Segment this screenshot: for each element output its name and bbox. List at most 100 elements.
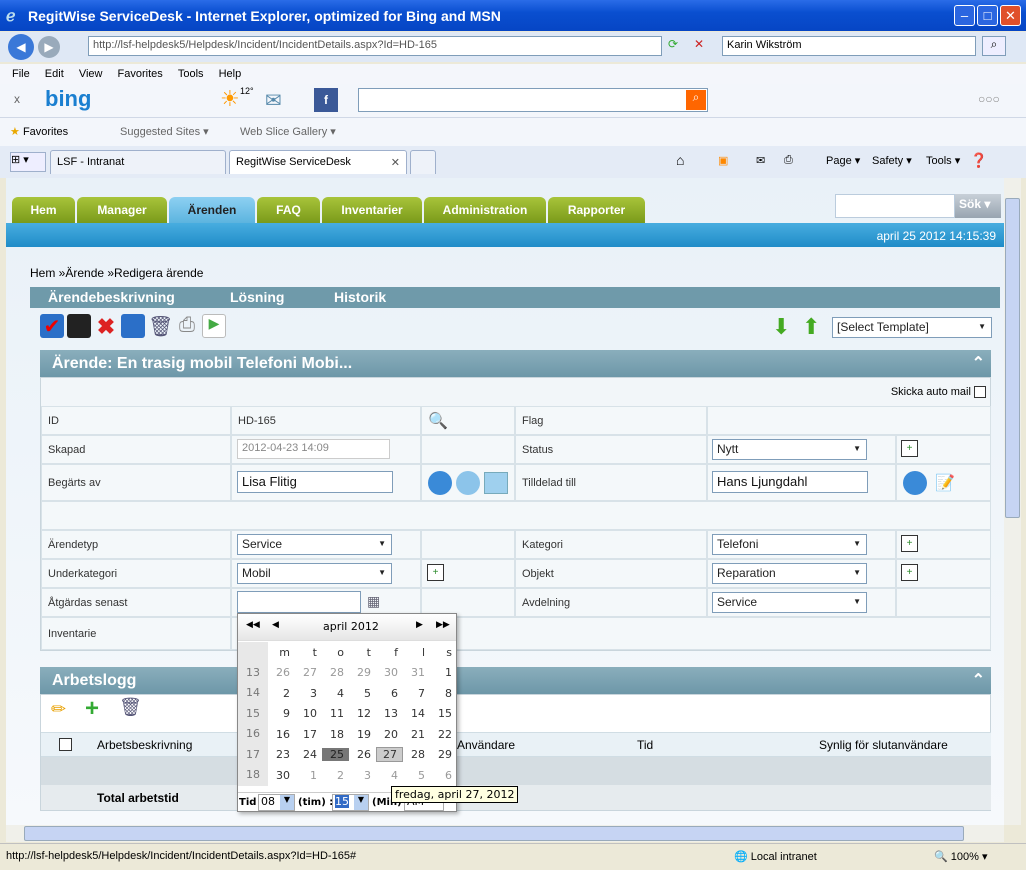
- next-year-icon[interactable]: ▶▶: [436, 620, 450, 630]
- add-status-icon[interactable]: +: [901, 440, 918, 457]
- calendar-day[interactable]: 10: [295, 707, 322, 720]
- maximize-button[interactable]: □: [977, 5, 998, 26]
- calendar-day[interactable]: 12: [349, 707, 376, 720]
- col-description[interactable]: Arbetsbeskrivning: [97, 738, 192, 752]
- print-icon[interactable]: ⎙: [175, 314, 199, 338]
- calendar-day[interactable]: 23: [268, 748, 295, 761]
- user-icon[interactable]: [903, 470, 927, 495]
- hour-select[interactable]: 08 ▼: [258, 794, 295, 811]
- subcategory-select[interactable]: Mobil: [237, 563, 392, 584]
- calendar-day[interactable]: 22: [430, 728, 457, 741]
- nav-tab-administration[interactable]: Administration: [424, 197, 546, 223]
- calendar-day[interactable]: 8: [430, 687, 457, 700]
- minimize-button[interactable]: –: [954, 5, 975, 26]
- calendar-day[interactable]: 9: [268, 707, 295, 720]
- site-search-input[interactable]: [835, 194, 955, 218]
- user-icon[interactable]: [428, 470, 452, 495]
- move-down-icon[interactable]: ⬇: [772, 314, 790, 340]
- collapse-icon[interactable]: ⌃: [972, 670, 985, 690]
- nav-tab-rapporter[interactable]: Rapporter: [548, 197, 645, 223]
- calendar-day[interactable]: 3: [349, 769, 376, 782]
- back-button[interactable]: ◀: [8, 34, 34, 60]
- browser-tab-intranat[interactable]: LSF - Intranat: [50, 150, 226, 174]
- move-up-icon[interactable]: ⬆: [802, 314, 820, 340]
- delete-icon[interactable]: ✖: [94, 314, 118, 339]
- col-time[interactable]: Tid: [637, 738, 653, 752]
- template-select[interactable]: [Select Template]: [832, 317, 992, 338]
- subnav-historik[interactable]: Historik: [334, 289, 386, 305]
- calendar-day[interactable]: 2: [322, 769, 349, 782]
- favorites-button[interactable]: ★ Favorites: [10, 125, 68, 138]
- calendar-day[interactable]: 14: [403, 707, 430, 720]
- horizontal-scrollbar[interactable]: [6, 825, 1004, 842]
- calendar-day[interactable]: 11: [322, 707, 349, 720]
- collapse-icon[interactable]: ⌃: [972, 353, 985, 373]
- more-icon[interactable]: ○○○: [978, 92, 1000, 106]
- category-select[interactable]: Telefoni: [712, 534, 867, 555]
- menu-favorites[interactable]: Favorites: [118, 68, 163, 80]
- nav-tab-arenden[interactable]: Ärenden: [169, 197, 255, 223]
- calendar-day[interactable]: 27: [295, 666, 322, 679]
- calendar-day[interactable]: 15: [430, 707, 457, 720]
- browser-tab-servicedesk[interactable]: RegitWise ServiceDesk ✕: [229, 150, 407, 174]
- forward-button[interactable]: ▶: [38, 36, 60, 58]
- add-icon[interactable]: +: [85, 695, 99, 723]
- read-mail-icon[interactable]: ✉: [756, 154, 765, 167]
- calendar-day[interactable]: 26: [349, 748, 376, 761]
- contact-card-icon[interactable]: [484, 471, 508, 494]
- calendar-day[interactable]: 4: [376, 769, 403, 782]
- stop-icon[interactable]: ✕: [694, 37, 714, 57]
- send-mail-icon[interactable]: [456, 470, 480, 495]
- calendar-day[interactable]: 27: [376, 747, 403, 763]
- edit-icon[interactable]: ✏: [51, 699, 66, 720]
- bing-logo[interactable]: bing: [45, 86, 91, 112]
- calendar-day[interactable]: 16: [268, 728, 295, 741]
- calendar-day[interactable]: 25: [322, 748, 349, 762]
- department-select[interactable]: Service: [712, 592, 867, 613]
- page-menu[interactable]: Page ▾: [826, 154, 860, 167]
- trash-icon[interactable]: 🗑: [119, 697, 142, 718]
- status-select[interactable]: Nytt: [712, 439, 867, 460]
- type-select[interactable]: Service: [237, 534, 392, 555]
- zoom-control[interactable]: 🔍 100% ▾: [934, 850, 987, 863]
- calendar-icon[interactable]: ▦: [367, 593, 380, 610]
- refresh-icon[interactable]: ⟳: [668, 37, 688, 57]
- search-icon[interactable]: ⌕: [982, 36, 1006, 56]
- nav-tab-faq[interactable]: FAQ: [257, 197, 320, 223]
- feeds-icon[interactable]: ▣: [718, 154, 728, 167]
- home-icon[interactable]: ⌂: [676, 152, 684, 168]
- calendar-day[interactable]: 28: [403, 748, 430, 761]
- object-select[interactable]: Reparation: [712, 563, 867, 584]
- facebook-icon[interactable]: f: [314, 88, 338, 112]
- help-icon[interactable]: ❓: [970, 152, 987, 169]
- calendar-day[interactable]: 6: [376, 687, 403, 700]
- search-input[interactable]: Karin Wikström: [722, 36, 976, 56]
- bing-search-button[interactable]: ⌕: [686, 90, 706, 110]
- site-search-button[interactable]: Sök ▾: [955, 194, 1001, 218]
- menu-edit[interactable]: Edit: [45, 68, 64, 80]
- calendar-day[interactable]: 24: [295, 748, 322, 761]
- menu-view[interactable]: View: [79, 68, 103, 80]
- breadcrumb-arende[interactable]: Ärende »: [65, 266, 114, 280]
- new-tab-button[interactable]: [410, 150, 436, 174]
- nav-tab-inventarier[interactable]: Inventarier: [322, 197, 422, 223]
- calendar-day[interactable]: 28: [322, 666, 349, 679]
- prev-year-icon[interactable]: ◀◀: [246, 620, 260, 630]
- notes-icon[interactable]: 📝: [935, 473, 955, 493]
- save-icon[interactable]: [67, 314, 91, 338]
- menu-file[interactable]: File: [12, 68, 30, 80]
- col-user[interactable]: Användare: [457, 738, 515, 752]
- subnav-arendebeskrivning[interactable]: Ärendebeskrivning: [48, 289, 175, 305]
- tools-menu[interactable]: Tools ▾: [926, 154, 960, 167]
- add-subcategory-icon[interactable]: +: [427, 564, 444, 581]
- calendar-day[interactable]: 30: [376, 666, 403, 679]
- subnav-losning[interactable]: Lösning: [230, 289, 284, 305]
- bing-search-input[interactable]: [358, 88, 708, 112]
- auto-mail-checkbox[interactable]: [974, 386, 986, 399]
- address-input[interactable]: http://lsf-helpdesk5/Helpdesk/Incident/I…: [88, 36, 662, 56]
- calendar-day[interactable]: 7: [403, 687, 430, 700]
- calendar-day[interactable]: 31: [403, 666, 430, 679]
- calendar-day[interactable]: 5: [403, 769, 430, 782]
- mail-icon[interactable]: ✉: [265, 88, 282, 113]
- calendar-day[interactable]: 19: [349, 728, 376, 741]
